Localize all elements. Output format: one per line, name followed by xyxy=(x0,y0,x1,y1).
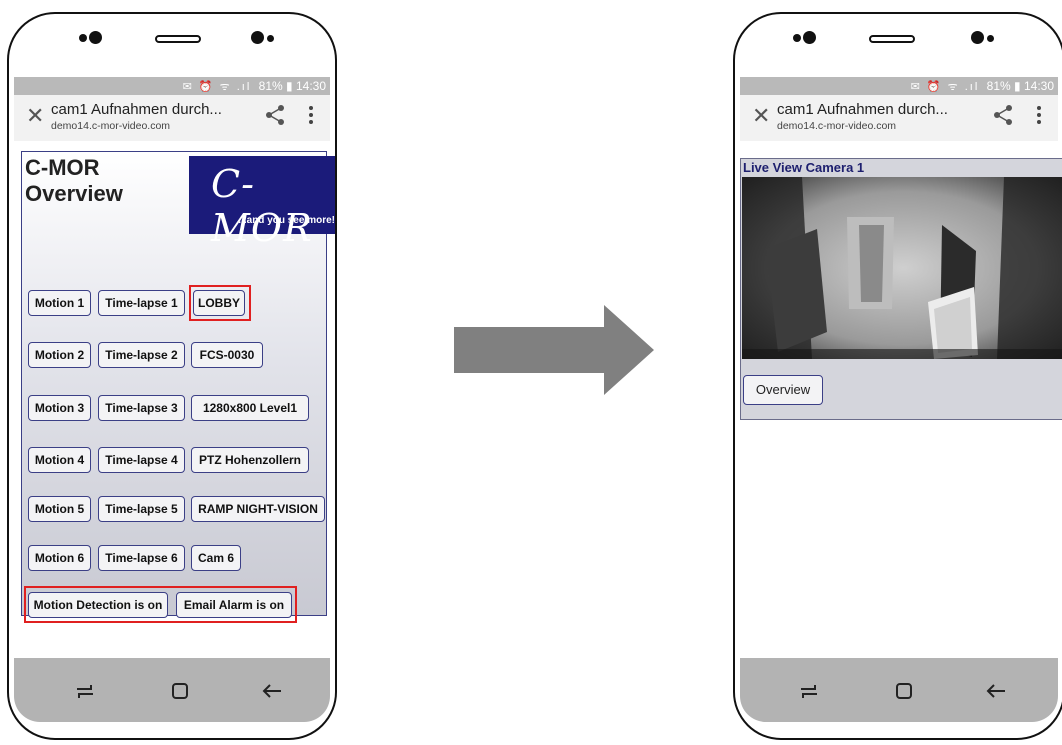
time-lapse-4-button[interactable]: Time-lapse 4 xyxy=(98,447,185,473)
more-options-icon[interactable] xyxy=(1036,103,1042,127)
phone-top-bezel xyxy=(9,14,335,84)
home-icon[interactable] xyxy=(169,680,191,702)
back-icon[interactable] xyxy=(985,680,1007,702)
highlight-box xyxy=(189,285,251,321)
share-icon[interactable] xyxy=(264,104,286,126)
status-icons: ✉ ⏰ ᯤ .ıl xyxy=(182,81,252,93)
cam-6-button[interactable]: Cam 6 xyxy=(191,545,241,571)
close-icon[interactable]: ✕ xyxy=(26,105,44,127)
overview-button[interactable]: Overview xyxy=(743,375,823,405)
phone-top-bezel xyxy=(735,14,1062,84)
page-host: demo14.c-mor-video.com xyxy=(51,120,171,132)
time-lapse-1-button[interactable]: Time-lapse 1 xyxy=(98,290,185,316)
home-icon[interactable] xyxy=(893,680,915,702)
battery-level: 81% xyxy=(986,79,1011,93)
transition-arrow xyxy=(454,305,654,395)
motion-1-button[interactable]: Motion 1 xyxy=(28,290,91,316)
back-icon[interactable] xyxy=(261,680,283,702)
live-view-title: Live View Camera 1 xyxy=(743,160,865,175)
status-bar: ✉ ⏰ ᯤ .ıl 81% ▮ 14:30 xyxy=(740,77,1058,95)
page-host: demo14.c-mor-video.com xyxy=(777,120,897,132)
earpiece-speaker xyxy=(155,35,201,43)
recent-apps-icon[interactable] xyxy=(798,680,820,702)
more-options-icon[interactable] xyxy=(308,103,314,127)
android-nav-bar xyxy=(14,658,330,722)
cmor-logo: C-MOR ...and you see more! xyxy=(189,156,335,250)
camera-feed-image[interactable] xyxy=(742,177,1062,359)
logo-text: C-MOR xyxy=(211,162,313,250)
motion-3-button[interactable]: Motion 3 xyxy=(28,395,91,421)
motion-6-button[interactable]: Motion 6 xyxy=(28,545,91,571)
live-view-panel: Live View Camera 1 Overview xyxy=(740,158,1062,420)
battery-level: 81% xyxy=(258,79,283,93)
front-camera xyxy=(89,31,102,44)
recent-apps-icon[interactable] xyxy=(74,680,96,702)
time-lapse-3-button[interactable]: Time-lapse 3 xyxy=(98,395,185,421)
android-nav-bar xyxy=(740,658,1058,722)
time-lapse-5-button[interactable]: Time-lapse 5 xyxy=(98,496,185,522)
motion-4-button[interactable]: Motion 4 xyxy=(28,447,91,473)
page-title-line1: C-MOR xyxy=(25,155,100,180)
motion-2-button[interactable]: Motion 2 xyxy=(28,342,91,368)
page-title-line2: Overview xyxy=(25,181,123,206)
phone-frame-right: ✉ ⏰ ᯤ .ıl 81% ▮ 14:30 ✕ cam1 Aufnahmen d… xyxy=(733,12,1062,740)
tab-title: cam1 Aufnahmen durch... xyxy=(777,101,948,118)
page-title: C-MOR Overview xyxy=(25,155,123,207)
fcs-0030-button[interactable]: FCS-0030 xyxy=(191,342,263,368)
browser-toolbar: ✕ cam1 Aufnahmen durch... demo14.c-mor-v… xyxy=(740,95,1058,141)
highlight-box xyxy=(24,586,297,623)
time-lapse-6-button[interactable]: Time-lapse 6 xyxy=(98,545,185,571)
battery-icon: ▮ xyxy=(1014,79,1021,93)
cmor-overview-page: C-MOR Overview C-MOR ...and you see more… xyxy=(21,151,335,623)
earpiece-speaker xyxy=(869,35,915,43)
status-icons: ✉ ⏰ ᯤ .ıl xyxy=(910,81,980,93)
tab-title: cam1 Aufnahmen durch... xyxy=(51,101,222,118)
level1-button[interactable]: 1280x800 Level1 xyxy=(191,395,309,421)
time-lapse-2-button[interactable]: Time-lapse 2 xyxy=(98,342,185,368)
clock: 14:30 xyxy=(295,79,326,93)
status-bar: ✉ ⏰ ᯤ .ıl 81% ▮ 14:30 xyxy=(14,77,330,95)
phone-frame-left: ✉ ⏰ ᯤ .ıl 81% ▮ 14:30 ✕ cam1 Aufnahmen d… xyxy=(7,12,337,740)
share-icon[interactable] xyxy=(992,104,1014,126)
sensor-dot xyxy=(267,35,274,42)
sensor-dot xyxy=(793,34,801,42)
clock: 14:30 xyxy=(1023,79,1054,93)
motion-5-button[interactable]: Motion 5 xyxy=(28,496,91,522)
ramp-night-vision-button[interactable]: RAMP NIGHT-VISION xyxy=(191,496,325,522)
front-camera xyxy=(803,31,816,44)
battery-icon: ▮ xyxy=(286,79,293,93)
browser-toolbar: ✕ cam1 Aufnahmen durch... demo14.c-mor-v… xyxy=(14,95,330,141)
close-icon[interactable]: ✕ xyxy=(752,105,770,127)
ptz-hohenzollern-button[interactable]: PTZ Hohenzollern xyxy=(191,447,309,473)
sensor-dot xyxy=(79,34,87,42)
sensor-dot xyxy=(251,31,264,44)
sensor-dot xyxy=(971,31,984,44)
sensor-dot xyxy=(987,35,994,42)
logo-tagline: ...and you see more! xyxy=(238,215,335,226)
